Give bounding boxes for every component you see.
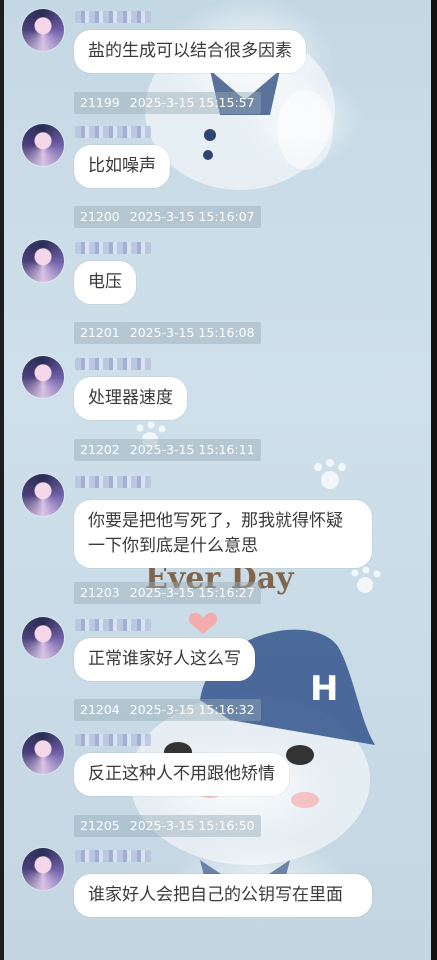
- message-meta: 21204 2025-3-15 15:16:32: [74, 699, 261, 721]
- avatar[interactable]: [22, 356, 64, 398]
- message-bubble[interactable]: 你要是把他写死了，那我就得怀疑一下你到底是什么意思: [74, 500, 372, 568]
- right-edge: [431, 0, 437, 960]
- sender-name-redacted: [75, 358, 151, 370]
- sender-name-redacted: [75, 734, 151, 746]
- message-bubble[interactable]: 盐的生成可以结合很多因素: [74, 30, 306, 73]
- avatar[interactable]: [22, 848, 64, 890]
- chat-screen: H Ever Day 盐的生成可以结合很多因素 21199 2025-3-15 1…: [0, 0, 437, 960]
- message-time: 2025-3-15 15:16:27: [129, 585, 255, 600]
- message-meta: 21203 2025-3-15 15:16:27: [74, 582, 261, 604]
- sender-name-redacted: [75, 126, 151, 138]
- avatar[interactable]: [22, 474, 64, 516]
- message-id: 21202: [80, 442, 120, 457]
- message-bubble[interactable]: 电压: [74, 261, 136, 304]
- avatar[interactable]: [22, 9, 64, 51]
- message-meta: 21202 2025-3-15 15:16:11: [74, 439, 261, 461]
- message-meta: 21200 2025-3-15 15:16:07: [74, 206, 261, 228]
- message-id: 21200: [80, 209, 120, 224]
- message-bubble[interactable]: 反正这种人不用跟他矫情: [74, 753, 289, 796]
- message-bubble[interactable]: 比如噪声: [74, 145, 170, 188]
- message-meta: 21201 2025-3-15 15:16:08: [74, 322, 261, 344]
- message-bubble[interactable]: 处理器速度: [74, 377, 187, 420]
- sender-name-redacted: [75, 476, 151, 488]
- left-edge: [0, 0, 4, 960]
- message-bubble[interactable]: 谁家好人会把自己的公钥写在里面: [74, 874, 372, 917]
- sender-name-redacted: [75, 619, 151, 631]
- avatar[interactable]: [22, 617, 64, 659]
- message-id: 21204: [80, 702, 120, 717]
- avatar[interactable]: [22, 732, 64, 774]
- message-id: 21199: [80, 95, 120, 110]
- avatar[interactable]: [22, 124, 64, 166]
- message-time: 2025-3-15 15:16:11: [129, 442, 255, 457]
- avatar[interactable]: [22, 240, 64, 282]
- message-meta: 21199 2025-3-15 15:15:57: [74, 92, 261, 114]
- message-id: 21203: [80, 585, 120, 600]
- sender-name-redacted: [75, 242, 151, 254]
- message-time: 2025-3-15 15:16:50: [129, 818, 255, 833]
- sender-name-redacted: [75, 850, 151, 862]
- cap-letter: H: [310, 669, 338, 709]
- message-id: 21205: [80, 818, 120, 833]
- message-bubble[interactable]: 正常谁家好人这么写: [74, 638, 255, 681]
- sender-name-redacted: [75, 11, 151, 23]
- message-time: 2025-3-15 15:16:07: [129, 209, 255, 224]
- message-id: 21201: [80, 325, 120, 340]
- message-time: 2025-3-15 15:16:08: [129, 325, 255, 340]
- message-time: 2025-3-15 15:15:57: [129, 95, 255, 110]
- message-time: 2025-3-15 15:16:32: [129, 702, 255, 717]
- message-meta: 21205 2025-3-15 15:16:50: [74, 815, 261, 837]
